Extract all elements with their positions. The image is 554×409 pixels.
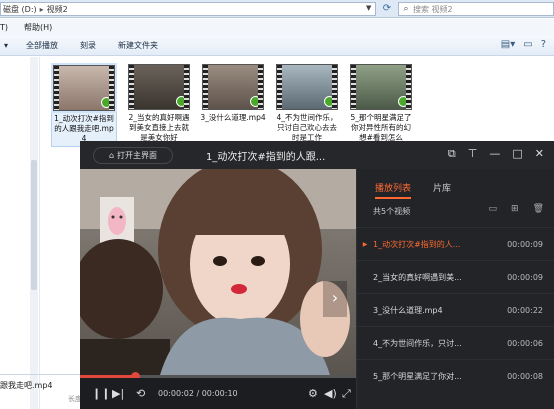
view-options-icon[interactable]: ▤▾ [501,39,515,50]
search-icon: ⌕ [403,4,409,14]
video-player-window: ⌂ 打开主界面 1_动次打次#指到的人跟... ⧉ ⊤ — □ ✕ › ❙❙ ▶… [80,141,554,409]
maximize-icon[interactable]: □ [512,147,522,161]
add-file-icon[interactable]: ⊞ [511,204,519,214]
file-name: 1_动次打次#指到的人跟我走吧.mp4 [54,114,114,143]
view-controls: ▤▾ ▭ ? [501,39,546,50]
track-duration: 00:00:09 [507,239,543,249]
open-main-ui-button[interactable]: ⌂ 打开主界面 [93,147,173,164]
fullscreen-icon[interactable]: ⤢ [342,387,351,401]
track-name: 1_动次打次#指到的人... [373,239,461,249]
track-name: 4_不为世间作乐，只讨... [373,338,462,348]
next-video-arrow-icon[interactable]: › [323,281,347,317]
file-name: 3_没什么道理.mp4 [200,113,266,122]
tab-playlist[interactable]: 播放列表 [375,181,412,199]
file-item[interactable]: 4_不为世间作乐，只讨自己欢心去去时是工作 [274,64,340,143]
file-name: 4_不为世间作乐，只讨自己欢心去去时是工作 [276,113,338,142]
address-bar-row: 磁盘 (D:) ▸ 视频2 ▼ ⟳ ⌕ 搜索 视频2 [0,0,554,18]
menu-bar: T) 帮助(H) [0,19,554,36]
playlist-item[interactable]: ▶ 1_动次打次#指到的人... 00:00:09 [357,227,554,260]
video-thumbnail [350,64,412,110]
next-track-icon[interactable]: ▶| [112,387,124,400]
video-thumbnail [276,64,338,110]
burn-button[interactable]: 刻录 [80,40,96,51]
player-titlebar[interactable]: ⌂ 打开主界面 1_动次打次#指到的人跟... ⧉ ⊤ — □ ✕ [80,141,554,169]
player-title: 1_动次打次#指到的人跟... [206,152,326,163]
refresh-icon[interactable]: ⟳ [380,2,394,16]
folder-crumb[interactable]: 视频2 [47,4,68,15]
screen-cast-icon[interactable]: ⧉ [448,147,456,161]
preview-pane-icon[interactable]: ▭ [523,39,532,50]
file-item[interactable]: 2_当女的真好啊遇到美女直接上去就是美女你好 [126,64,192,143]
track-duration: 00:00:09 [507,272,543,282]
playlist-item[interactable]: 3_没什么道理.mp4 00:00:22 [357,293,554,326]
video-play-badge-icon [176,96,187,107]
desktop: 磁盘 (D:) ▸ 视频2 ▼ ⟳ ⌕ 搜索 视频2 T) 帮助(H) ▾ 全部… [0,0,554,409]
home-icon: ⌂ [108,151,115,160]
window-controls: ⧉ ⊤ — □ ✕ [448,147,544,161]
track-duration: 00:00:06 [507,338,543,348]
playlist-actions: ▭ ⊞ 🗑 [489,204,545,214]
explorer-toolbar: ▾ 全部播放 刻录 新建文件夹 ▤▾ ▭ ? [0,36,554,56]
track-name: 3_没什么道理.mp4 [373,305,443,315]
now-playing-icon: ▶ [362,240,368,248]
track-name: 5_那个明星满足了你对... [373,371,462,381]
video-play-badge-icon [250,96,261,107]
details-selected-name: 跟我走吧.mp4 [0,381,53,390]
playlist-item[interactable]: 5_那个明星满足了你对... 00:00:08 [357,359,554,392]
open-main-ui-label: 打开主界面 [117,151,158,160]
video-thumbnail [51,63,117,113]
playlist-count: 共5个视频 [373,207,411,216]
pause-icon[interactable]: ❙❙ [92,387,110,400]
play-all-button[interactable]: 全部播放 [26,40,58,51]
time-display: 00:00:02 / 00:00:10 [158,389,238,398]
close-icon[interactable]: ✕ [535,147,544,161]
file-name: 5_那个明星满足了你对异性所有的幻想#看到怎么 [350,113,412,142]
player-controls: ❙❙ ▶| ⟲ 00:00:02 / 00:00:10 ⚙ ◀) ⤢ [80,378,356,409]
playlist-item[interactable]: 2_当女的真好啊遇到美... 00:00:09 [357,260,554,293]
video-play-badge-icon [398,96,409,107]
help-icon[interactable]: ? [541,39,546,50]
details-divider [0,374,80,375]
loop-icon[interactable]: ⟲ [136,387,145,400]
playlist-tabs: 播放列表 片库 [375,181,451,199]
details-pane-filename: 跟我走吧.mp4 [0,380,80,394]
menu-tools[interactable]: T) [0,23,8,32]
file-item[interactable]: 3_没什么道理.mp4 [200,64,266,123]
file-item[interactable]: 1_动次打次#指到的人跟我走吧.mp4 [51,63,117,147]
file-name: 2_当女的真好啊遇到美女直接上去就是美女你好 [128,113,190,142]
pin-on-top-icon[interactable]: ⊤ [468,147,478,161]
playlist-item[interactable]: 4_不为世间作乐，只讨... 00:00:06 [357,326,554,359]
video-frame[interactable]: › [80,169,356,375]
open-folder-icon[interactable]: ▭ [489,204,498,214]
search-input[interactable]: ⌕ 搜索 视频2 [398,2,554,16]
nav-scrollbar-thumb[interactable] [31,160,37,290]
new-folder-button[interactable]: 新建文件夹 [118,40,158,51]
track-duration: 00:00:22 [507,305,543,315]
video-play-badge-icon [101,97,112,108]
track-duration: 00:00:08 [507,371,543,381]
breadcrumb-separator-icon: ▸ [39,4,44,14]
video-frame-image [80,169,356,375]
delete-icon[interactable]: 🗑 [533,204,544,214]
settings-icon[interactable]: ⚙ [308,387,318,400]
playlist-panel: 播放列表 片库 共5个视频 ▭ ⊞ 🗑 ▶ 1_动次打次#指到的人... 00:… [356,169,554,409]
track-name: 2_当女的真好啊遇到美... [373,272,462,282]
video-play-badge-icon [324,96,335,107]
video-thumbnail [128,64,190,110]
time-total: 00:00:10 [201,389,238,398]
toolbar-expand-icon[interactable]: ▾ [4,41,8,50]
time-current: 00:00:02 [158,389,194,398]
file-item[interactable]: 5_那个明星满足了你对异性所有的幻想#看到怎么 [348,64,414,143]
drive-crumb[interactable]: 磁盘 (D:) [3,4,37,15]
volume-icon[interactable]: ◀) [324,387,337,400]
tab-library[interactable]: 片库 [433,181,451,199]
address-dropdown-icon[interactable]: ▼ [366,4,371,12]
minimize-icon[interactable]: — [489,147,500,161]
address-bar[interactable]: 磁盘 (D:) ▸ 视频2 [0,2,376,16]
menu-help[interactable]: 帮助(H) [24,22,52,33]
search-placeholder: 搜索 视频2 [413,4,453,14]
video-thumbnail [202,64,264,110]
